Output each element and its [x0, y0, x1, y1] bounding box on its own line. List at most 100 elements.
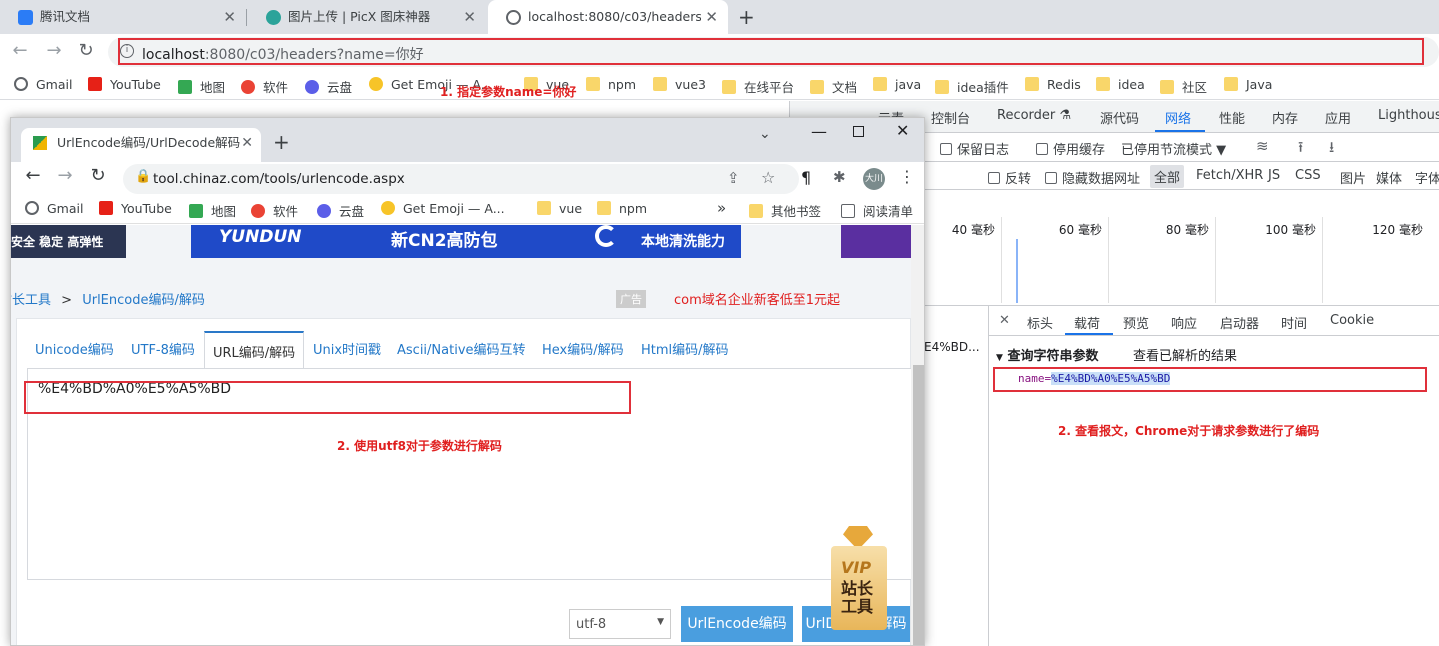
tab-utf8[interactable]: UTF-8编码	[131, 339, 195, 358]
tab-url-encode[interactable]: URL编码/解码	[204, 331, 305, 369]
bookmark-maps[interactable]: 地图	[189, 201, 236, 220]
close-window-icon[interactable]: ✕	[896, 121, 909, 140]
bookmark-idea[interactable]: idea	[1096, 77, 1145, 92]
charset-select[interactable]: utf-8 ▼	[569, 609, 671, 639]
devtools-tab-recorder[interactable]: Recorder ⚗	[997, 108, 1071, 123]
tab-unix-timestamp[interactable]: Unix时间戳	[313, 339, 381, 358]
reading-list[interactable]: 阅读清单	[841, 201, 913, 220]
bookmark-vue3[interactable]: vue3	[653, 77, 706, 92]
new-tab-button[interactable]: +	[273, 130, 290, 154]
ad-banner-left[interactable]: 安全 稳定 高弹性	[11, 225, 126, 258]
close-icon[interactable]: ✕	[701, 0, 718, 34]
minimize-icon[interactable]: —	[811, 122, 827, 141]
request-name[interactable]: E4%BD...	[924, 340, 980, 354]
tab-ascii-native[interactable]: Ascii/Native编码互转	[397, 339, 526, 358]
close-icon[interactable]: ✕	[241, 128, 253, 158]
extension-paragraph-icon[interactable]: ¶	[801, 168, 811, 187]
bookmark-other[interactable]: 其他书签	[749, 201, 821, 220]
bookmark-cloud[interactable]: 云盘	[317, 201, 364, 220]
devtools-tab-console[interactable]: 控制台	[931, 108, 970, 127]
close-icon[interactable]: ✕	[999, 313, 1010, 328]
new-tab-button[interactable]: +	[738, 5, 755, 29]
bookmark-software[interactable]: 软件	[241, 77, 288, 96]
filter-fetch-xhr[interactable]: Fetch/XHR	[1196, 168, 1263, 183]
devtools-tab-network[interactable]: 网络	[1165, 108, 1191, 127]
bookmark-get-emoji[interactable]: Get Emoji — A...	[381, 201, 505, 216]
bookmark-gmail[interactable]: Gmail	[25, 201, 83, 216]
ad-banner-right[interactable]	[841, 225, 911, 258]
filter-media[interactable]: 媒体	[1376, 168, 1402, 187]
reload-icon[interactable]: ↻	[86, 165, 110, 186]
back-icon[interactable]: ←	[21, 165, 45, 186]
scrollbar-thumb[interactable]	[913, 365, 924, 645]
detail-tab-headers[interactable]: 标头	[1027, 313, 1053, 332]
avatar[interactable]: 大川	[863, 168, 885, 190]
star-icon[interactable]: ☆	[761, 168, 775, 187]
throttling-select[interactable]: 已停用节流模式 ▼	[1121, 139, 1226, 158]
vip-badge[interactable]: VIP 站长工具	[829, 526, 889, 636]
detail-tab-preview[interactable]: 预览	[1123, 313, 1149, 332]
breadcrumb-root[interactable]: 站长工具	[11, 293, 51, 308]
devtools-tab-lighthouse[interactable]: Lighthouse	[1378, 108, 1439, 123]
tab-tencent-docs[interactable]: 腾讯文档 ✕	[0, 0, 246, 34]
popup-address-bar[interactable]: 🔒 tool.chinaz.com/tools/urlencode.aspx ⇪…	[123, 164, 799, 194]
tab-picx[interactable]: 图片上传 | PicX 图床神器 ✕	[248, 0, 486, 34]
bookmark-npm[interactable]: npm	[586, 77, 636, 92]
preserve-log-checkbox[interactable]: 保留日志	[940, 139, 1009, 158]
forward-icon[interactable]: →	[42, 40, 66, 61]
upload-icon[interactable]: ⭱	[1298, 137, 1303, 162]
urlencode-button[interactable]: UrlEncode编码	[681, 606, 793, 642]
devtools-tab-application[interactable]: 应用	[1325, 108, 1351, 127]
bookmark-java2[interactable]: Java	[1224, 77, 1272, 92]
view-parsed-link[interactable]: 查看已解析的结果	[1133, 345, 1237, 364]
bookmark-maps[interactable]: 地图	[178, 77, 225, 96]
puzzle-icon[interactable]: ✱	[833, 168, 846, 186]
hide-data-urls-checkbox[interactable]: 隐藏数据网址	[1045, 168, 1140, 187]
ad-banner-main[interactable]: YUNDUN 新CN2高防包 本地清洗能力	[191, 225, 741, 258]
back-icon[interactable]: ←	[8, 40, 32, 61]
tab-html[interactable]: Html编码/解码	[641, 339, 729, 358]
bookmark-vue[interactable]: vue	[537, 201, 582, 216]
maximize-icon[interactable]	[853, 126, 864, 137]
bookmark-software[interactable]: 软件	[251, 201, 298, 220]
devtools-tab-sources[interactable]: 源代码	[1100, 108, 1139, 127]
share-icon[interactable]: ⇪	[727, 169, 740, 187]
filter-all[interactable]: 全部	[1150, 165, 1185, 188]
bookmark-gmail[interactable]: Gmail	[14, 77, 72, 92]
detail-tab-cookie[interactable]: Cookie	[1330, 313, 1374, 328]
bookmark-youtube[interactable]: YouTube	[88, 77, 161, 92]
detail-tab-initiator[interactable]: 启动器	[1220, 313, 1259, 332]
filter-js[interactable]: JS	[1268, 168, 1280, 183]
bookmark-youtube[interactable]: YouTube	[99, 201, 172, 216]
bookmark-community[interactable]: 社区	[1160, 77, 1207, 96]
detail-tab-response[interactable]: 响应	[1171, 313, 1197, 332]
detail-tab-timing[interactable]: 时间	[1281, 313, 1307, 332]
tab-hex[interactable]: Hex编码/解码	[542, 339, 624, 358]
devtools-tab-memory[interactable]: 内存	[1272, 108, 1298, 127]
bookmark-docs[interactable]: 文档	[810, 77, 857, 96]
filter-css[interactable]: CSS	[1295, 168, 1321, 183]
invert-checkbox[interactable]: 反转	[988, 168, 1031, 187]
disable-cache-checkbox[interactable]: 停用缓存	[1036, 139, 1105, 158]
chevron-down-icon[interactable]: ⌄	[759, 126, 771, 142]
wifi-icon[interactable]: ≋	[1256, 137, 1269, 155]
bookmark-redis[interactable]: Redis	[1025, 77, 1081, 92]
bookmark-cloud[interactable]: 云盘	[305, 77, 352, 96]
tab-unicode[interactable]: Unicode编码	[35, 339, 114, 358]
bookmark-java[interactable]: java	[873, 77, 921, 92]
ad-link[interactable]: com域名企业新客低至1元起	[674, 289, 840, 308]
bookmark-online-platform[interactable]: 在线平台	[722, 77, 794, 96]
download-icon[interactable]: ⭳	[1329, 137, 1334, 162]
tab-localhost[interactable]: localhost:8080/c03/headers?n ✕	[488, 0, 728, 34]
close-icon[interactable]: ✕	[223, 0, 236, 34]
popup-tab-urlencode[interactable]: UrlEncode编码/UrlDecode解码 ✕	[21, 128, 261, 162]
query-params-header[interactable]: ▼ 查询字符串参数	[996, 345, 1098, 364]
reload-icon[interactable]: ↻	[74, 40, 98, 61]
close-icon[interactable]: ✕	[463, 0, 476, 34]
filter-img[interactable]: 图片	[1340, 168, 1366, 187]
filter-font[interactable]: 字体	[1415, 168, 1439, 187]
devtools-tab-performance[interactable]: 性能	[1219, 108, 1245, 127]
bookmark-idea-plugins[interactable]: idea插件	[935, 77, 1009, 96]
detail-tab-payload[interactable]: 载荷	[1074, 313, 1100, 332]
bookmark-npm[interactable]: npm	[597, 201, 647, 216]
